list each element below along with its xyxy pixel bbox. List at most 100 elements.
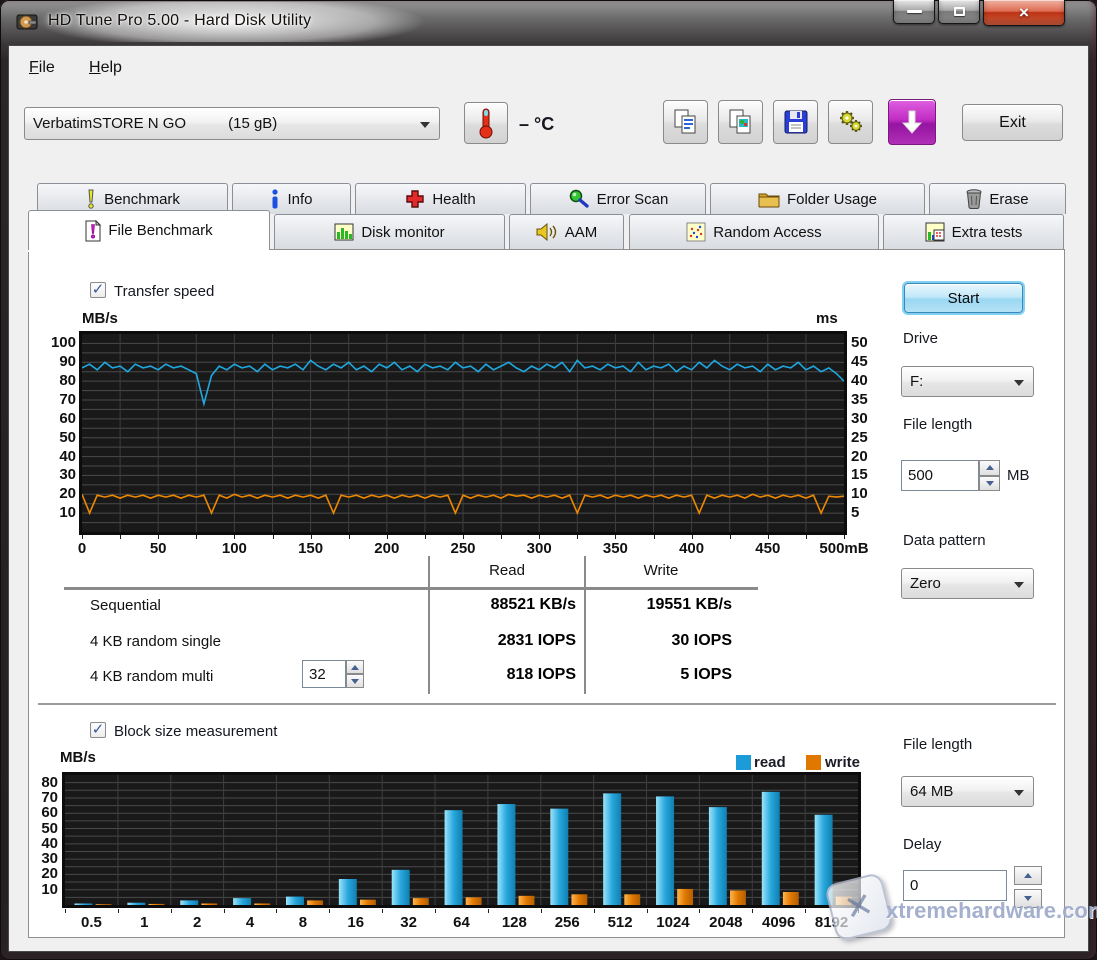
speaker-icon: [536, 223, 558, 241]
save-button[interactable]: [773, 100, 818, 144]
axis-tick: [692, 535, 693, 539]
tab-label: File Benchmark: [108, 222, 212, 239]
axis-tick-label: 128: [502, 914, 527, 931]
tab-label: Erase: [989, 191, 1028, 208]
tab-disk-monitor[interactable]: Disk monitor: [274, 214, 505, 249]
axis-tick-label: 90: [30, 353, 76, 371]
axis-tick: [805, 909, 806, 913]
file-length-label: File length: [903, 416, 972, 433]
exit-button[interactable]: Exit: [962, 104, 1063, 141]
delay-label: Delay: [903, 836, 941, 853]
axis-tick-label: 450: [755, 540, 780, 557]
axis-tick: [158, 535, 159, 539]
tab-label: Random Access: [713, 224, 821, 241]
start-label: Start: [948, 290, 980, 307]
random-multi-read-value: 818 IOPS: [430, 666, 576, 684]
copy-image-pages-icon: [728, 108, 754, 136]
transfer-speed-label: Transfer speed: [114, 283, 214, 300]
col-header-read: Read: [430, 562, 584, 579]
tab-extra-tests[interactable]: Extra tests: [883, 214, 1064, 249]
floppy-disk-icon: [783, 109, 809, 135]
chart1-y-axis-right: 5101520253035404550: [851, 334, 891, 532]
axis-tick-label: 2: [193, 914, 201, 931]
menu-file[interactable]: File: [23, 56, 61, 80]
row-label-random-multi: 4 KB random multi: [90, 668, 213, 685]
start-button[interactable]: Start: [904, 283, 1023, 313]
axis-tick: [273, 535, 274, 539]
axis-tick: [577, 535, 578, 539]
axis-tick: [730, 535, 731, 539]
axis-tick-label: 30: [30, 466, 76, 484]
down-arrow-icon: [351, 679, 359, 684]
chevron-down-icon: [1014, 790, 1024, 796]
legend-write-swatch: [806, 755, 821, 770]
drive-combo[interactable]: F:: [901, 366, 1034, 397]
axis-tick: [349, 535, 350, 539]
chart2-y-axis: 1020304050607080: [22, 775, 58, 905]
queue-depth-input[interactable]: 32: [302, 660, 346, 688]
drive-size: (15 gB): [228, 115, 277, 132]
legend-read-swatch: [736, 755, 751, 770]
axis-tick-label: 1: [140, 914, 148, 931]
file-length2-combo[interactable]: 64 MB: [901, 776, 1034, 807]
delay-spin-up-button[interactable]: [1014, 866, 1042, 885]
menu-help[interactable]: Help: [83, 56, 128, 80]
up-arrow-icon: [1024, 873, 1032, 878]
copy-image-button[interactable]: [718, 100, 763, 144]
tab-health[interactable]: Health: [355, 183, 526, 214]
drive-name: VerbatimSTORE N GO: [33, 115, 186, 132]
up-arrow-icon: [351, 665, 359, 670]
axis-tick-label: 350: [603, 540, 628, 557]
spin-up-button[interactable]: [979, 460, 1000, 476]
close-button[interactable]: ×: [983, 0, 1065, 26]
page-exclamation-icon: [85, 220, 101, 242]
tab-error-scan[interactable]: Error Scan: [530, 183, 706, 214]
transfer-speed-chart: [79, 331, 847, 535]
axis-tick-label: 45: [851, 353, 891, 371]
temperature-button[interactable]: [464, 102, 508, 144]
sequential-read-value: 88521 KB/s: [430, 596, 576, 614]
scatter-page-icon: [686, 222, 706, 242]
chart2-yunit: MB/s: [60, 749, 96, 766]
tab-file-benchmark[interactable]: File Benchmark: [28, 210, 270, 250]
axis-tick: [120, 535, 121, 539]
drive-select-combo[interactable]: VerbatimSTORE N GO (15 gB): [24, 107, 440, 140]
file-length-unit: MB: [1007, 467, 1030, 484]
title-bar[interactable]: HD Tune Pro 5.00 - Hard Disk Utility ×: [0, 0, 1097, 45]
data-pattern-label: Data pattern: [903, 532, 986, 549]
file-length-value: 500: [908, 467, 933, 484]
options-button[interactable]: [828, 100, 873, 144]
copy-text-button[interactable]: [663, 100, 708, 144]
axis-tick: [82, 535, 83, 539]
gears-icon: [837, 108, 865, 136]
tab-folder-usage[interactable]: Folder Usage: [710, 183, 925, 214]
tab-random-access[interactable]: Random Access: [629, 214, 879, 249]
axis-tick: [329, 909, 330, 913]
delay-input[interactable]: 0: [903, 870, 1007, 901]
axis-tick: [425, 535, 426, 539]
window-title: HD Tune Pro 5.00 - Hard Disk Utility: [48, 12, 311, 30]
file-length2-value: 64 MB: [910, 783, 953, 800]
axis-tick-label: 400: [679, 540, 704, 557]
spin-up-button[interactable]: [346, 660, 364, 674]
axis-tick-label: 70: [30, 391, 76, 409]
block-size-checkbox[interactable]: ✓: [90, 722, 106, 738]
thermometer-icon: [475, 107, 497, 139]
maximize-button[interactable]: [938, 0, 980, 24]
minimize-button[interactable]: [893, 0, 935, 24]
delay-spin-down-button[interactable]: [1014, 889, 1042, 908]
tab-aam[interactable]: AAM: [509, 214, 624, 249]
info-icon: [270, 189, 280, 209]
legend-write-label: write: [825, 754, 860, 771]
axis-tick: [387, 535, 388, 539]
drive-label: Drive: [903, 330, 938, 347]
file-length-input[interactable]: 500: [901, 460, 979, 491]
tab-erase[interactable]: Erase: [929, 183, 1066, 214]
transfer-speed-checkbox[interactable]: ✓: [90, 282, 106, 298]
check-icon: ✓: [92, 722, 105, 737]
spin-down-button[interactable]: [346, 674, 364, 688]
axis-tick: [311, 535, 312, 539]
data-pattern-combo[interactable]: Zero: [901, 568, 1034, 599]
capture-button[interactable]: [888, 99, 936, 145]
spin-down-button[interactable]: [979, 476, 1000, 492]
